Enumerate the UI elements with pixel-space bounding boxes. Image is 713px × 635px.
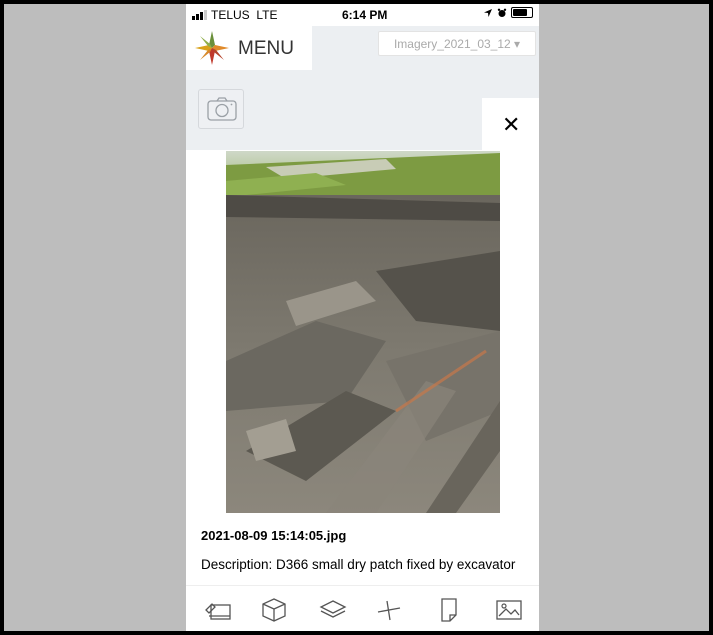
phone-screen: TELUS LTE 6:14 PM MENU Imagery_2021_03_1… [186, 4, 539, 631]
camera-icon [207, 97, 237, 121]
site-photo [226, 151, 500, 513]
layers-icon[interactable] [318, 596, 348, 624]
bottom-toolbar [186, 585, 539, 631]
close-icon: ✕ [502, 112, 521, 137]
alarm-icon [497, 8, 507, 17]
battery-icon [511, 7, 533, 18]
menu-label: MENU [238, 38, 294, 59]
signal-icon [192, 10, 207, 20]
location-icon [484, 8, 492, 17]
camera-button[interactable] [198, 89, 244, 129]
status-bar: TELUS LTE 6:14 PM [186, 4, 539, 26]
imagery-select[interactable]: Imagery_2021_03_12 ▾ [378, 31, 536, 56]
photo-modal: 2021-08-09 15:14:05.jpg Description: D36… [186, 150, 539, 589]
cube-icon[interactable] [259, 596, 289, 624]
image-icon[interactable] [494, 596, 524, 624]
measure-icon[interactable] [374, 596, 404, 624]
draw-icon[interactable] [203, 596, 233, 624]
close-button[interactable]: ✕ [482, 98, 539, 150]
photo-title: 2021-08-09 15:14:05.jpg [201, 528, 347, 543]
carrier-label: TELUS LTE [211, 8, 278, 22]
status-time: 6:14 PM [342, 8, 388, 22]
photo-description: Description: D366 small dry patch fixed … [201, 557, 516, 572]
compass-logo-icon [195, 31, 229, 65]
note-icon[interactable] [434, 596, 464, 624]
menu-button[interactable]: MENU [186, 26, 312, 70]
